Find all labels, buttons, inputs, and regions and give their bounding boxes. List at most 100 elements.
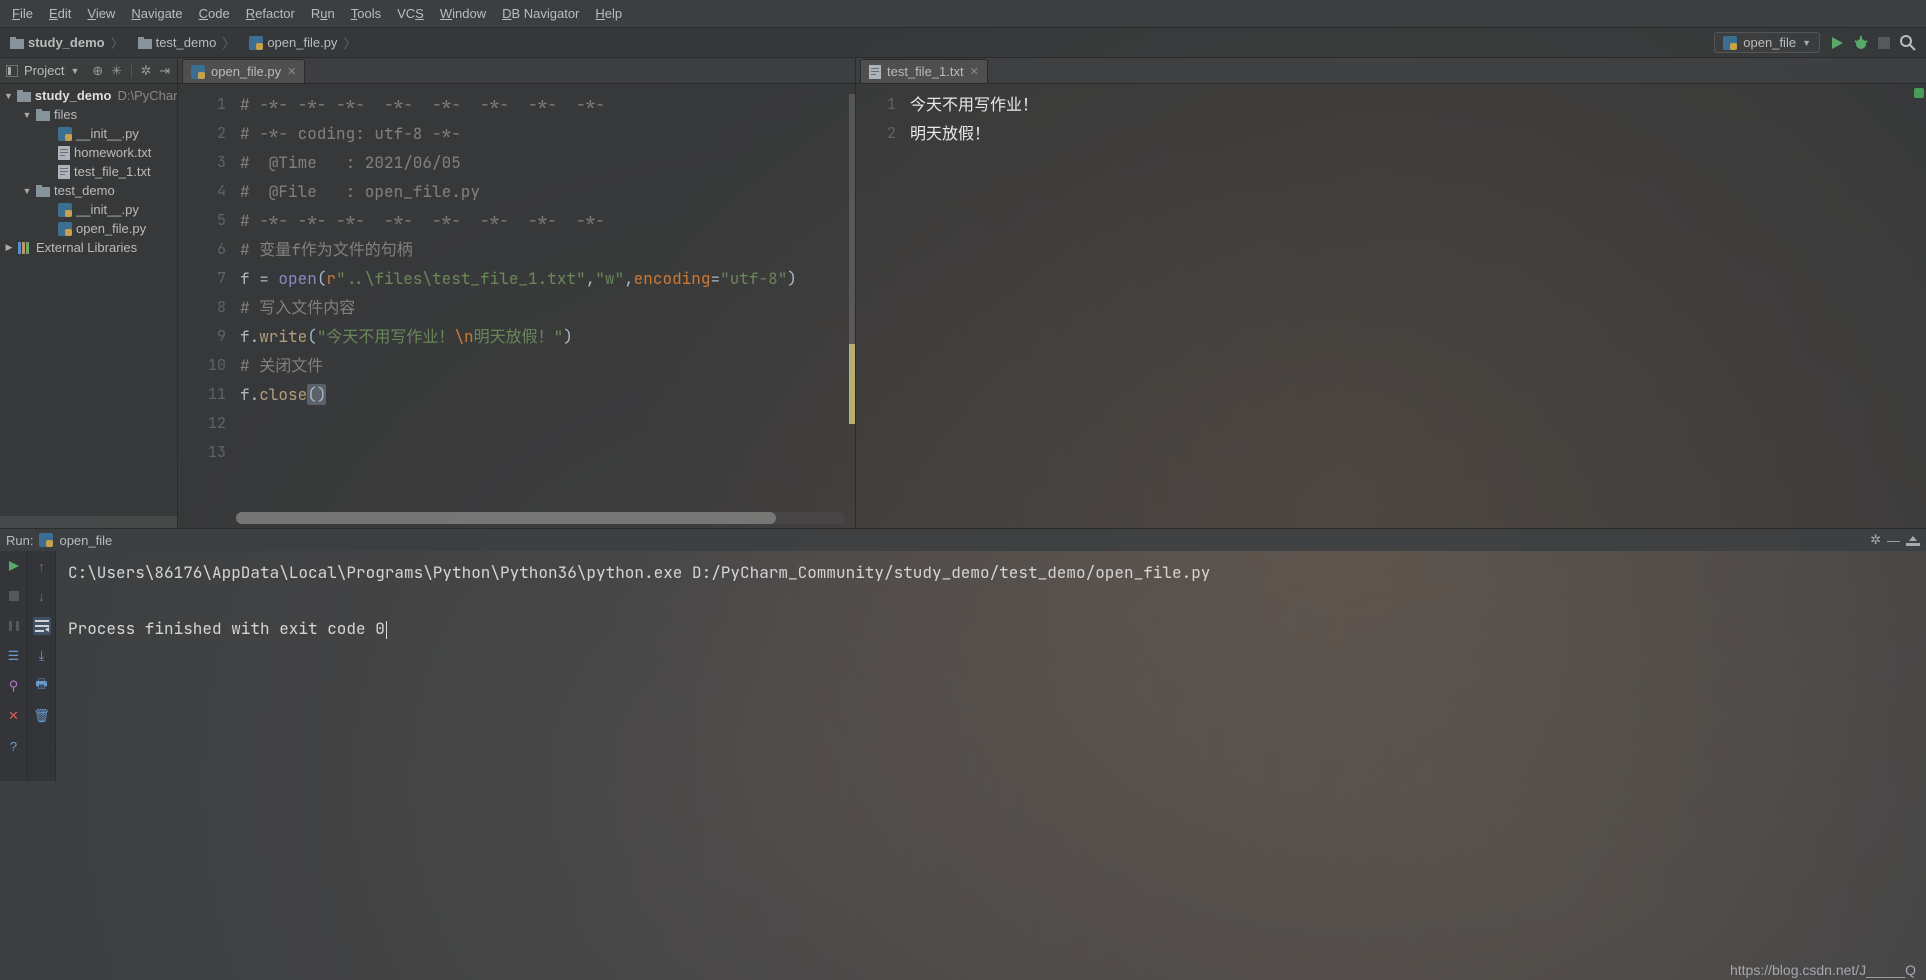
tree-hint: D:\PyChar: [118, 88, 178, 103]
editor-tabbar-right: test_file_1.txt ✕: [856, 58, 1926, 84]
chevron-right-icon: 〉: [222, 33, 235, 52]
menu-edit[interactable]: Edit: [43, 4, 77, 23]
crumb-test-demo[interactable]: test_demo 〉: [134, 31, 240, 54]
pause-button[interactable]: [5, 617, 23, 635]
tree-node-study-demo[interactable]: ▼ study_demo D:\PyChar: [0, 86, 177, 105]
menu-help[interactable]: Help: [589, 4, 628, 23]
expand-all-icon[interactable]: ✳: [110, 63, 123, 79]
project-tree-scrollbar[interactable]: [0, 516, 177, 528]
tree-node-open-file-py[interactable]: open_file.py: [0, 219, 177, 238]
tree-arrow-expanded-icon[interactable]: ▼: [22, 110, 32, 120]
dump-threads-button[interactable]: ☰: [5, 647, 23, 665]
project-view-icon[interactable]: [6, 65, 18, 77]
tree-arrow-expanded-icon[interactable]: ▼: [4, 91, 13, 101]
help-button[interactable]: ?: [5, 737, 23, 755]
python-file-icon: [191, 65, 205, 79]
error-stripe[interactable]: [845, 84, 855, 528]
tree-node-test-demo[interactable]: ▼ test_demo: [0, 181, 177, 200]
search-everywhere-button[interactable]: [1900, 35, 1916, 51]
scroll-to-end-button[interactable]: ⤓: [33, 647, 51, 665]
python-file-icon: [58, 127, 72, 141]
run-toolbar-secondary: ↑ ↓ ⤓ 🖶 🗑: [28, 551, 56, 781]
folder-icon: [17, 90, 31, 102]
hide-icon[interactable]: ⇥: [158, 63, 171, 79]
hide-icon[interactable]: [1906, 533, 1920, 547]
menu-run[interactable]: Run: [305, 4, 341, 23]
tree-label: test_demo: [54, 183, 115, 198]
minimize-icon[interactable]: —: [1887, 533, 1900, 548]
console-line: C:\Users\86176\AppData\Local\Programs\Py…: [68, 562, 1210, 583]
menu-view[interactable]: View: [81, 4, 121, 23]
menu-dbnav[interactable]: DB Navigator: [496, 4, 585, 23]
run-tool-window: Run: open_file ✲ — ☰ ⚲ ✕ ? ↑ ↓ ⤓: [0, 528, 1926, 781]
run-configuration-selector[interactable]: open_file ▼: [1714, 32, 1820, 53]
editor-gutter[interactable]: 1 2 3 4 5 6 7 8 9 10 11 12 13: [178, 84, 236, 528]
tree-arrow-collapsed-icon[interactable]: ▶: [4, 242, 14, 253]
project-tool-header: Project ▼ ⊕ ✳ ✲ ⇥: [0, 58, 177, 84]
debug-button[interactable]: [1854, 36, 1868, 50]
tree-node-init-py[interactable]: __init__.py: [0, 124, 177, 143]
close-icon[interactable]: ✕: [287, 65, 296, 78]
up-stack-button[interactable]: ↑: [33, 557, 51, 575]
tree-node-init-py-2[interactable]: __init__.py: [0, 200, 177, 219]
menu-window[interactable]: Window: [434, 4, 492, 23]
project-tool-window: Project ▼ ⊕ ✳ ✲ ⇥ ▼ study_demo D:\PyChar…: [0, 58, 178, 528]
code-text[interactable]: # -*- -*- -*- -*- -*- -*- -*- -*- # -*- …: [236, 84, 855, 528]
inspection-indicator-icon[interactable]: [1914, 88, 1924, 98]
crumb-label: study_demo: [28, 35, 105, 50]
chevron-right-icon: 〉: [111, 33, 124, 52]
locate-icon[interactable]: ⊕: [91, 63, 104, 79]
console-output[interactable]: C:\Users\86176\AppData\Local\Programs\Py…: [56, 551, 1926, 781]
text-file-icon: [58, 146, 70, 160]
project-tree[interactable]: ▼ study_demo D:\PyChar ▼ files __init__.…: [0, 84, 177, 516]
tree-node-files[interactable]: ▼ files: [0, 105, 177, 124]
python-file-icon: [58, 203, 72, 217]
crumb-label: test_demo: [156, 35, 217, 50]
crumb-open-file[interactable]: open_file.py 〉: [245, 31, 360, 54]
menu-navigate[interactable]: Navigate: [125, 4, 188, 23]
close-icon[interactable]: ✕: [970, 65, 979, 78]
tree-node-homework-txt[interactable]: homework.txt: [0, 143, 177, 162]
menu-tools[interactable]: Tools: [345, 4, 387, 23]
run-button[interactable]: [1830, 36, 1844, 50]
python-file-icon: [249, 36, 263, 50]
tab-open-file-py[interactable]: open_file.py ✕: [182, 59, 305, 83]
text-caret: [386, 621, 387, 639]
stop-button[interactable]: [5, 587, 23, 605]
soft-wrap-button[interactable]: [33, 617, 51, 635]
attach-button[interactable]: ⚲: [5, 677, 23, 695]
code-text[interactable]: 今天不用写作业！ 明天放假！: [906, 84, 1926, 528]
folder-icon: [36, 109, 50, 121]
code-editor-right[interactable]: 1 2 今天不用写作业！ 明天放假！: [856, 84, 1926, 528]
code-editor-left[interactable]: 1 2 3 4 5 6 7 8 9 10 11 12 13 # -*-: [178, 84, 855, 528]
tab-test-file-1-txt[interactable]: test_file_1.txt ✕: [860, 59, 988, 83]
chevron-down-icon[interactable]: ▼: [70, 66, 79, 76]
tree-node-external-libraries[interactable]: ▶ External Libraries: [0, 238, 177, 257]
menu-code[interactable]: Code: [193, 4, 236, 23]
horizontal-scrollbar[interactable]: [236, 512, 845, 524]
stop-button[interactable]: [1878, 37, 1890, 49]
tree-label: test_file_1.txt: [74, 164, 151, 179]
rerun-button[interactable]: [5, 557, 23, 575]
run-config-name: open_file: [59, 533, 112, 548]
editor-gutter[interactable]: 1 2: [856, 84, 906, 528]
menu-refactor[interactable]: Refactor: [240, 4, 301, 23]
menu-vcs[interactable]: VCS: [391, 4, 430, 23]
chevron-down-icon: ▼: [1802, 38, 1811, 48]
tree-arrow-expanded-icon[interactable]: ▼: [22, 186, 32, 196]
folder-icon: [10, 37, 24, 49]
tree-label: homework.txt: [74, 145, 151, 160]
menu-file[interactable]: File: [6, 4, 39, 23]
folder-icon: [138, 37, 152, 49]
crumb-study-demo[interactable]: study_demo 〉: [6, 31, 128, 54]
close-button[interactable]: ✕: [5, 707, 23, 725]
clear-all-button[interactable]: 🗑: [33, 707, 51, 725]
tree-label: files: [54, 107, 77, 122]
settings-icon[interactable]: ✲: [140, 63, 153, 79]
chevron-right-icon: 〉: [343, 33, 356, 52]
settings-icon[interactable]: ✲: [1870, 532, 1881, 548]
tree-node-test-file-1-txt[interactable]: test_file_1.txt: [0, 162, 177, 181]
folder-icon: [36, 185, 50, 197]
down-stack-button[interactable]: ↓: [33, 587, 51, 605]
print-button[interactable]: 🖶: [33, 677, 51, 695]
